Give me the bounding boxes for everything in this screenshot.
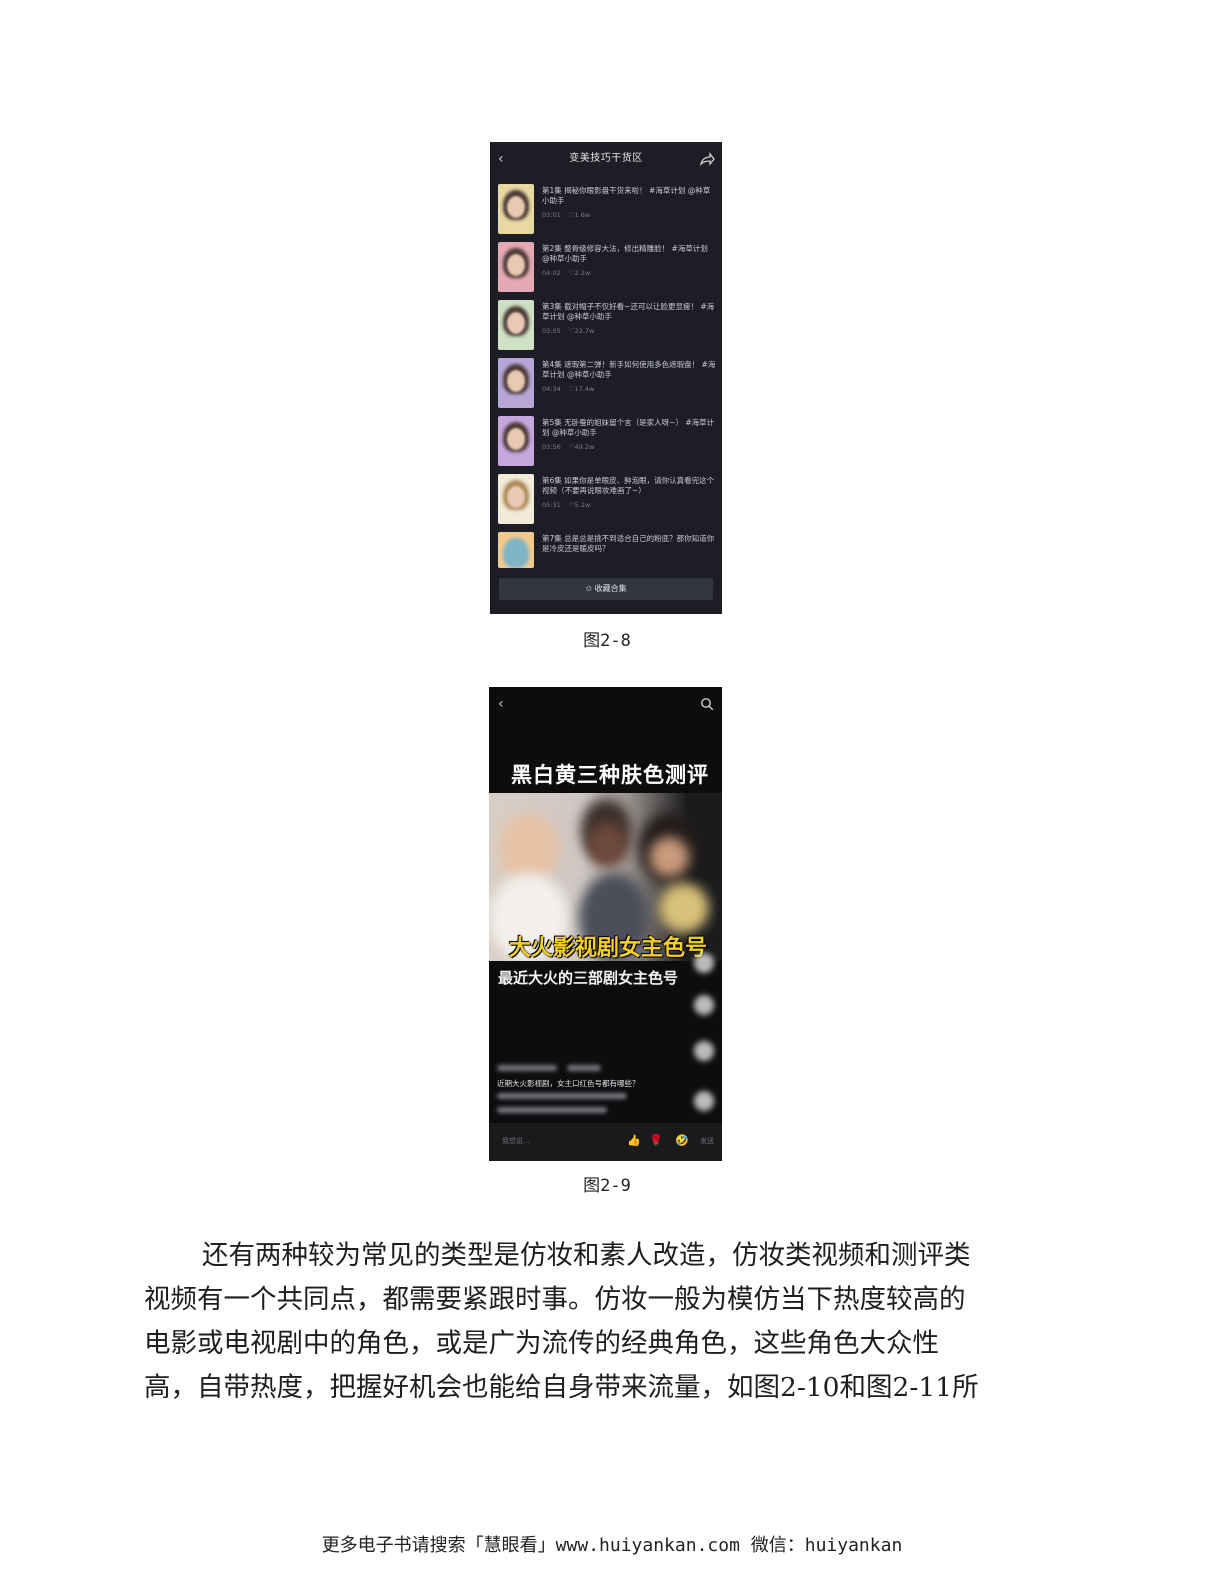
episode-meta: 03:05 ♡22.7w [542, 327, 595, 335]
send-button[interactable]: 发送 [700, 1136, 714, 1147]
paragraph-line: 视频有一个共同点，都需要紧跟时事。仿妆一般为模仿当下热度较高的 [144, 1284, 966, 1315]
paragraph-line: 还有两种较为常见的类型是仿妆和素人改造，仿妆类视频和测评类 [202, 1240, 971, 1271]
comment-icon[interactable] [694, 995, 714, 1015]
laugh-emoji-icon[interactable]: 🤣 [675, 1134, 689, 1148]
comment-bar: 我想说... 👍 🌹 🤣 发送 [489, 1123, 722, 1161]
episode-item[interactable]: 第1集 揭秘你眼影盘干货来啦！ #海草计划 @种草小助手 03:01 ♡1.6w [498, 184, 716, 238]
episode-meta: 04:02 ♡2.2w [542, 269, 591, 277]
episode-meta: 03:01 ♡1.6w [542, 211, 591, 219]
description-blurred [497, 1107, 607, 1113]
like-icon[interactable] [694, 953, 714, 973]
episode-item[interactable]: 第4集 遮瑕第二弹！新手如何使用多色遮瑕盘！ #海草计划 @种草小助手 04:3… [498, 358, 716, 412]
episode-meta: 05:31 ♡5.2w [542, 501, 591, 509]
video-overlay-title: 黑白黄三种肤色测评 [511, 763, 709, 787]
episode-title: 第1集 揭秘你眼影盘干货来啦！ #海草计划 @种草小助手 [542, 186, 711, 205]
thumbs-up-emoji-icon[interactable]: 👍 [627, 1134, 641, 1148]
search-icon[interactable] [700, 697, 714, 711]
video-screenshot: ‹ 黑白黄三种肤色测评 大火影视剧女主色号 最近大火的三部剧女主色号 近期大火影… [489, 687, 722, 1161]
rose-emoji-icon[interactable]: 🌹 [649, 1134, 663, 1148]
episode-item[interactable]: 第6集 如果你是单眼皮、肿泡眼，请你认真看完这个视频（不要再说眼妆难画了~） 0… [498, 474, 716, 528]
page-footer: 更多电子书请搜索「慧眼看」www.huiyankan.com 微信：huiyan… [321, 1535, 903, 1556]
episode-meta: 03:56 ♡49.2w [542, 443, 595, 451]
share-icon[interactable] [694, 1041, 714, 1061]
episode-title: 第7集 总是总是挑不到适合自己的粉底？那你知道你是冷皮还是暖皮吗？ [542, 534, 715, 553]
episode-title: 第4集 遮瑕第二弹！新手如何使用多色遮瑕盘！ #海草计划 @种草小助手 [542, 360, 716, 379]
collect-playlist-button[interactable]: ✩ 收藏合集 [499, 578, 713, 600]
episode-title: 第6集 如果你是单眼皮、肿泡眼，请你认真看完这个视频（不要再说眼妆难画了~） [542, 476, 715, 495]
back-arrow-icon[interactable]: ‹ [498, 150, 504, 168]
episode-thumbnail [498, 474, 534, 524]
share-icon[interactable] [698, 151, 716, 167]
episode-title: 第5集 无卧蚕的姐妹留个言（是家人呀~） #海草计划 @种草小助手 [542, 418, 715, 437]
video-overlay-highlight: 大火影视剧女主色号 [509, 936, 708, 961]
episode-item[interactable]: 第2集 整骨级修容大法，修出精雕脸！ #海草计划 @种草小助手 04:02 ♡2.… [498, 242, 716, 296]
figure-caption: 图2-9 [583, 1176, 631, 1196]
episode-thumbnail [498, 358, 534, 408]
playlist-title: 变美技巧干货区 [569, 153, 643, 164]
video-description: 近期大火影视剧，女主口红色号都有哪些？ [497, 1079, 640, 1088]
description-blurred [497, 1093, 627, 1099]
author-name-blurred [497, 1065, 557, 1071]
music-disc-icon[interactable] [694, 1091, 714, 1111]
paragraph-line: 电影或电视剧中的角色，或是广为流传的经典角色，这些角色大众性 [144, 1328, 939, 1359]
video-overlay-subtitle: 最近大火的三部剧女主色号 [498, 969, 679, 987]
episode-title: 第2集 整骨级修容大法，修出精雕脸！ #海草计划 @种草小助手 [542, 244, 708, 263]
episode-thumbnail [498, 300, 534, 350]
paragraph-line: 高，自带热度，把握好机会也能给自身带来流量，如图2-10和图2-11所 [144, 1372, 979, 1403]
body-paragraph: 还有两种较为常见的类型是仿妆和素人改造，仿妆类视频和测评类 视频有一个共同点，都… [144, 1234, 1084, 1410]
episode-item[interactable]: 第5集 无卧蚕的姐妹留个言（是家人呀~） #海草计划 @种草小助手 03:56 ♡… [498, 416, 716, 470]
episode-thumbnail [498, 532, 534, 568]
episode-thumbnail [498, 184, 534, 234]
comment-input[interactable]: 我想说... [502, 1136, 530, 1147]
date-blurred [567, 1065, 601, 1071]
back-arrow-icon[interactable]: ‹ [498, 695, 504, 713]
episode-meta: 04:34 ♡17.4w [542, 385, 595, 393]
episode-thumbnail [498, 416, 534, 466]
playlist-screenshot: ‹ 变美技巧干货区 第1集 揭秘你眼影盘干货来啦！ #海草计划 @种草小助手 0… [490, 142, 722, 614]
figure-caption: 图2-8 [583, 631, 631, 651]
episode-title: 第3集 截对帽子不仅好看~还可以让脸更显瘦！ #海草计划 @种草小助手 [542, 302, 715, 321]
episode-item[interactable]: 第3集 截对帽子不仅好看~还可以让脸更显瘦！ #海草计划 @种草小助手 03:0… [498, 300, 716, 354]
episode-thumbnail [498, 242, 534, 292]
playlist-header: ‹ 变美技巧干货区 [490, 142, 722, 176]
